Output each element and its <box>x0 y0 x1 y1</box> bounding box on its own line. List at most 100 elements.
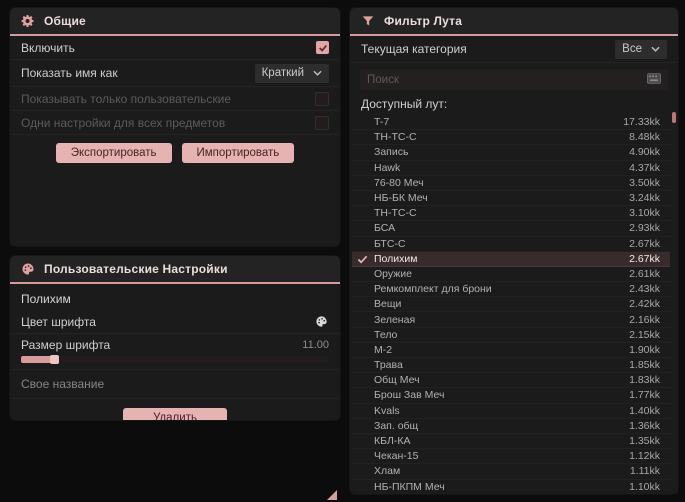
general-panel: Общие Включить Показать имя как Краткий … <box>10 8 340 246</box>
loot-item-name: Оружие <box>374 267 412 280</box>
general-panel-title: Общие <box>44 14 86 28</box>
show-name-row: Показать имя как Краткий <box>10 60 340 87</box>
loot-item-row[interactable]: 76-80 Меч 3.50kk <box>352 176 670 191</box>
check-icon <box>318 44 327 52</box>
loot-item-row[interactable]: КБЛ-КА 1.35kk <box>352 434 670 450</box>
search-input[interactable] <box>367 73 641 86</box>
loot-item-name: Ремкомплект для брони <box>374 283 492 296</box>
name-mode-value: Краткий <box>261 67 304 79</box>
loot-item-row[interactable]: ТН-ТС-С 3.10kk <box>352 206 670 222</box>
enable-row: Включить <box>10 36 340 60</box>
loot-item-value: 2.16kk <box>629 313 660 326</box>
same-settings-row: Одни настройки для всех предметов <box>10 111 340 135</box>
only-custom-row: Показывать только пользовательские <box>10 87 340 111</box>
loot-item-row[interactable]: ТН-ТС-С 8.48kk <box>352 130 670 146</box>
loot-item-name: НБ-ПКПМ Меч <box>374 480 445 493</box>
name-mode-dropdown[interactable]: Краткий <box>254 63 329 83</box>
loot-filter-header[interactable]: Фильтр Лута <box>350 8 678 36</box>
check-icon <box>357 254 368 265</box>
font-size-value: 11.00 <box>302 339 329 351</box>
slider-handle[interactable] <box>50 355 59 364</box>
loot-item-row[interactable]: Хлам 1.11kk <box>352 464 670 480</box>
palette-icon <box>21 262 35 276</box>
loot-item-value: 1.36kk <box>629 419 660 432</box>
loot-item-value: 2.93kk <box>629 222 660 235</box>
loot-item-row[interactable]: Зап. общ 1.36kk <box>352 419 670 434</box>
loot-item-row[interactable]: Зеленая 2.16kk <box>352 312 670 328</box>
loot-item-value: 1.77kk <box>629 389 660 402</box>
loot-item-row[interactable]: Вещи 2.42kk <box>352 297 670 313</box>
loot-item-name: T-7 <box>374 116 390 129</box>
category-label: Текущая категория <box>361 42 467 56</box>
loot-item-row[interactable]: Трава 1.85kk <box>352 358 670 374</box>
loot-item-row[interactable]: Hawk 4.37kk <box>352 161 670 176</box>
loot-item-row[interactable]: БСА 2.93kk <box>352 221 670 237</box>
show-name-label: Показать имя как <box>21 66 118 80</box>
loot-item-row[interactable]: БТС-С 2.67kk <box>352 237 670 252</box>
font-color-row: Цвет шрифта <box>10 310 340 334</box>
loot-item-value: 1.35kk <box>629 435 660 448</box>
loot-item-name: М-2 <box>374 343 393 356</box>
category-dropdown[interactable]: Все <box>615 39 667 59</box>
custom-name-input[interactable] <box>21 377 329 391</box>
loot-item-value: 2.43kk <box>629 283 660 296</box>
import-button[interactable]: Импортировать <box>181 143 295 163</box>
resize-grip[interactable] <box>327 490 337 500</box>
enable-checkbox[interactable] <box>316 41 329 54</box>
loot-item-value: 2.67kk <box>629 237 660 250</box>
font-size-slider[interactable] <box>21 355 329 364</box>
scrollbar-thumb[interactable] <box>672 112 676 123</box>
loot-filter-title: Фильтр Лута <box>384 14 463 28</box>
search-box[interactable] <box>360 69 668 90</box>
loot-item-value: 1.90kk <box>629 343 660 356</box>
loot-item-name: Общ Меч <box>374 374 420 387</box>
category-row: Текущая категория Все <box>350 36 678 63</box>
general-panel-header[interactable]: Общие <box>10 8 340 36</box>
loot-item-row[interactable]: НБ-БК Меч 3.24kk <box>352 191 670 207</box>
loot-item-row[interactable]: Брош Зав Меч 1.77kk <box>352 388 670 404</box>
enable-label: Включить <box>21 40 75 55</box>
export-import-row: Экспортировать Импортировать <box>10 143 340 163</box>
only-custom-checkbox[interactable] <box>315 91 329 106</box>
custom-settings-panel: Пользовательские Настройки Полихим Цвет … <box>10 256 340 420</box>
loot-list-scrollbar[interactable] <box>672 112 676 489</box>
same-settings-checkbox[interactable] <box>315 115 329 130</box>
loot-item-value: 2.61kk <box>629 267 660 280</box>
loot-item-value: 4.90kk <box>629 146 660 159</box>
loot-item-value: 3.24kk <box>629 192 660 205</box>
loot-item-name: Брош Зав Меч <box>374 389 445 402</box>
loot-item-row[interactable]: T-7 17.33kk <box>352 115 670 131</box>
loot-item-row[interactable]: Общ Меч 1.83kk <box>352 373 670 389</box>
chevron-down-icon <box>651 46 660 52</box>
loot-item-row[interactable]: Полихим 2.67kk <box>352 251 670 267</box>
loot-item-row[interactable]: Оружие 2.61kk <box>352 267 670 283</box>
loot-item-row[interactable]: НБ-ПКПМ Меч 1.10kk <box>352 480 670 494</box>
loot-item-name: Зеленая <box>374 313 416 326</box>
font-color-label: Цвет шрифта <box>21 314 96 329</box>
loot-item-row[interactable]: Ремкомплект для брони 2.43kk <box>352 282 670 298</box>
loot-item-row[interactable]: Запись 4.90kk <box>352 145 670 161</box>
custom-settings-header[interactable]: Пользовательские Настройки <box>10 256 340 284</box>
loot-item-row[interactable]: Тело 2.15kk <box>352 328 670 343</box>
loot-item-name: БТС-С <box>374 237 406 250</box>
loot-item-name: Kvals <box>374 404 400 417</box>
loot-item-value: 2.42kk <box>629 298 660 311</box>
loot-item-name: Запись <box>374 146 409 159</box>
font-size-label: Размер шрифта <box>21 338 111 352</box>
chevron-down-icon <box>313 70 322 76</box>
gear-icon <box>21 14 35 28</box>
keyboard-icon[interactable] <box>647 72 661 87</box>
color-palette-icon[interactable] <box>315 315 329 329</box>
loot-item-row[interactable]: М-2 1.90kk <box>352 343 670 358</box>
export-button[interactable]: Экспортировать <box>55 143 172 163</box>
loot-item-value: 4.37kk <box>629 161 660 174</box>
loot-item-value: 3.10kk <box>629 207 660 220</box>
loot-item-row[interactable]: Kvals 1.40kk <box>352 404 670 419</box>
loot-item-name: ТН-ТС-С <box>374 131 417 144</box>
loot-item-name: Полихим <box>374 252 418 265</box>
loot-item-row[interactable]: Чекан-15 1.12kk <box>352 449 670 465</box>
loot-item-value: 1.11kk <box>629 465 660 478</box>
loot-item-value: 1.12kk <box>629 450 660 463</box>
loot-filter-panel: Фильтр Лута Текущая категория Все Доступ… <box>350 8 678 494</box>
delete-button[interactable]: Удалить <box>123 408 227 420</box>
